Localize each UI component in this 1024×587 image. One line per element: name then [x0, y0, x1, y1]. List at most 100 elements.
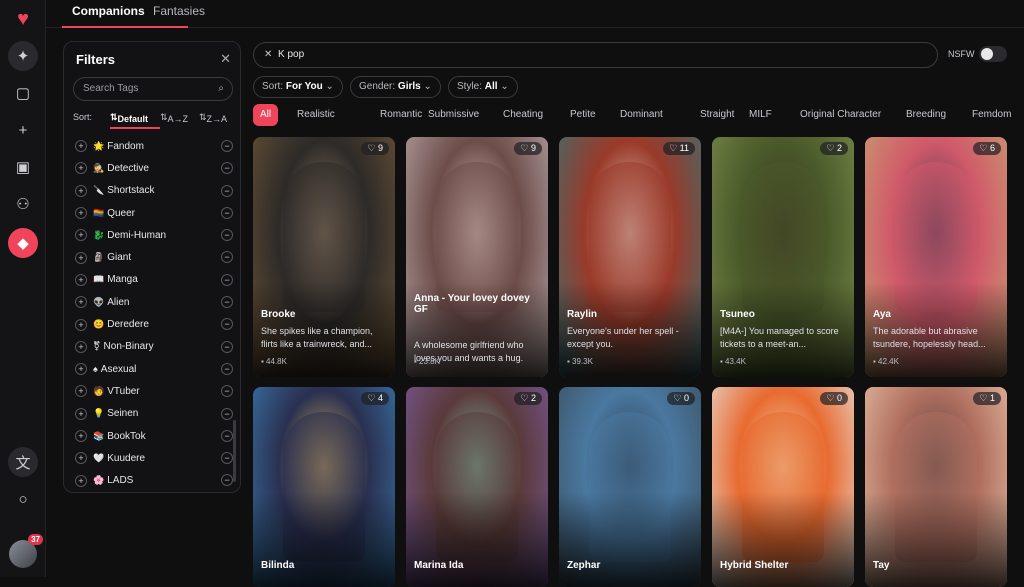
character-card[interactable]: ♡ 4 Bilinda [253, 387, 395, 587]
add-tag-icon[interactable]: + [75, 162, 87, 175]
category-chip[interactable]: Petite [563, 104, 603, 126]
remove-tag-icon[interactable]: − [221, 206, 233, 219]
category-chip[interactable]: MILF [742, 104, 779, 126]
tag-item[interactable]: + 💡 Seinen − [73, 403, 233, 425]
character-card[interactable]: ♡ 11 Raylin Everyone's under her spell - e… [559, 137, 701, 377]
tag-item[interactable]: + 🌟 Fandom − [73, 135, 233, 157]
add-tag-icon[interactable]: + [75, 452, 87, 465]
diamond-premium-icon[interactable]: ◆ [8, 228, 38, 258]
add-tag-icon[interactable]: + [75, 385, 87, 398]
add-tag-icon[interactable]: + [75, 273, 87, 286]
remove-tag-icon[interactable]: − [221, 407, 233, 420]
add-tag-icon[interactable]: + [75, 296, 87, 309]
tag-item[interactable]: + 👽 Alien − [73, 291, 233, 313]
like-count[interactable]: ♡ 0 [667, 392, 695, 405]
tag-item[interactable]: + 🌸 LADS − [73, 469, 233, 491]
tab-fantasies[interactable]: Fantasies [153, 4, 205, 18]
remove-tag-icon[interactable]: − [221, 362, 233, 375]
plus-icon[interactable]: + [8, 115, 38, 145]
style-dropdown[interactable]: Style: All ⌄ [448, 76, 518, 98]
close-icon[interactable]: ✕ [220, 51, 231, 67]
search-input[interactable]: ✕ K pop [253, 42, 938, 68]
remove-tag-icon[interactable]: − [221, 296, 233, 309]
like-count[interactable]: ♡ 11 [663, 142, 695, 155]
like-count[interactable]: ♡ 0 [820, 392, 848, 405]
add-tag-icon[interactable]: + [75, 474, 87, 487]
tag-item[interactable]: + 🐉 Demi-Human − [73, 224, 233, 246]
add-tag-icon[interactable]: + [75, 407, 87, 420]
character-card[interactable]: ♡ 0 Zephar [559, 387, 701, 587]
sort-za-button[interactable]: ⇅ Z→A [199, 112, 227, 124]
like-count[interactable]: ♡ 1 [973, 392, 1001, 405]
tag-search-input[interactable]: Search Tags ⌕ [73, 77, 233, 101]
add-tag-icon[interactable]: + [75, 430, 87, 442]
add-tag-icon[interactable]: + [75, 318, 87, 331]
category-chip[interactable]: Breeding [899, 104, 953, 126]
like-count[interactable]: ♡ 9 [514, 142, 542, 155]
character-card[interactable]: ♡ 9 Anna - Your lovey dovey GF A wholesome… [406, 137, 548, 377]
tag-item[interactable]: + 🏳️‍🌈 Queer − [73, 202, 233, 224]
add-tag-icon[interactable]: + [75, 251, 87, 264]
tab-companions[interactable]: Companions [72, 4, 145, 18]
tag-item[interactable]: + 🕵 Detective − [73, 157, 233, 179]
add-tag-icon[interactable]: + [75, 140, 87, 153]
character-card[interactable]: ♡ 6 Aya The adorable but abrasive tsundere… [865, 137, 1007, 377]
remove-tag-icon[interactable]: − [221, 251, 233, 264]
tag-list-scrollbar[interactable] [233, 420, 236, 482]
category-chip[interactable]: Femdom [965, 104, 1013, 126]
character-card[interactable]: ♡ 2 Tsuneo [M4A-] You managed to score tic… [712, 137, 854, 377]
sort-az-button[interactable]: ⇅ A→Z [160, 112, 188, 124]
category-chip[interactable]: Submissive [421, 104, 486, 126]
users-icon[interactable]: ⚇ [8, 189, 38, 219]
add-tag-icon[interactable]: + [75, 340, 87, 353]
character-card[interactable]: ♡ 9 Brooke She spikes like a champion, fli… [253, 137, 395, 377]
tag-item[interactable]: + ⚧ Non-Binary − [73, 336, 233, 358]
like-count[interactable]: ♡ 2 [820, 142, 848, 155]
remove-tag-icon[interactable]: − [221, 429, 233, 442]
remove-tag-icon[interactable]: − [221, 273, 233, 286]
add-tag-icon[interactable]: + [75, 363, 87, 376]
character-card[interactable]: ♡ 0 Hybrid Shelter [712, 387, 854, 587]
remove-tag-icon[interactable]: − [221, 229, 233, 242]
remove-tag-icon[interactable]: − [221, 340, 233, 353]
tag-item[interactable]: + 🗿 Giant − [73, 246, 233, 268]
tag-item[interactable]: + 🧑 VTuber − [73, 380, 233, 402]
chat-icon[interactable]: ▢ [8, 78, 38, 108]
sort-dropdown[interactable]: Sort: For You ⌄ [253, 76, 343, 98]
sparkle-explore-icon[interactable]: ✦ [8, 41, 38, 71]
category-chip[interactable]: Straight [693, 104, 741, 126]
like-count[interactable]: ♡ 2 [514, 392, 542, 405]
clear-search-icon[interactable]: ✕ [264, 43, 272, 67]
image-plus-icon[interactable]: ▣ [8, 152, 38, 182]
nsfw-toggle[interactable] [979, 46, 1007, 62]
remove-tag-icon[interactable]: − [221, 385, 233, 398]
category-chip[interactable]: Dominant [613, 104, 670, 126]
lightbulb-icon[interactable]: ○ [8, 484, 38, 514]
add-tag-icon[interactable]: + [75, 207, 87, 220]
add-tag-icon[interactable]: + [75, 184, 87, 197]
category-chip[interactable]: Realistic [290, 104, 342, 126]
avatar[interactable]: 37 [9, 534, 43, 568]
tag-item[interactable]: + 📖 Manga − [73, 269, 233, 291]
tag-item[interactable]: + 🔪 Shortstack − [73, 180, 233, 202]
like-count[interactable]: ♡ 9 [361, 142, 389, 155]
remove-tag-icon[interactable]: − [221, 318, 233, 331]
sort-default-button[interactable]: ⇅ Default [110, 112, 148, 124]
translate-icon[interactable]: 文 [8, 447, 38, 477]
tag-item[interactable]: + ♠ Asexual − [73, 358, 233, 380]
remove-tag-icon[interactable]: − [221, 184, 233, 197]
category-chip[interactable]: All [253, 104, 279, 126]
remove-tag-icon[interactable]: − [221, 140, 233, 152]
heartbeat-logo-icon[interactable]: ♥ [8, 4, 38, 34]
character-card[interactable]: ♡ 1 Tay [865, 387, 1007, 587]
remove-tag-icon[interactable]: − [221, 162, 233, 175]
remove-tag-icon[interactable]: − [221, 452, 233, 465]
tag-item[interactable]: + 😊 Deredere − [73, 313, 233, 335]
add-tag-icon[interactable]: + [75, 229, 87, 242]
like-count[interactable]: ♡ 6 [973, 142, 1001, 155]
remove-tag-icon[interactable]: − [221, 474, 233, 487]
category-chip[interactable]: Cheating [496, 104, 550, 126]
category-chip[interactable]: Original Character [793, 104, 888, 126]
tag-item[interactable]: + 🤍 Kuudere − [73, 447, 233, 469]
character-card[interactable]: ♡ 2 Marina Ida [406, 387, 548, 587]
